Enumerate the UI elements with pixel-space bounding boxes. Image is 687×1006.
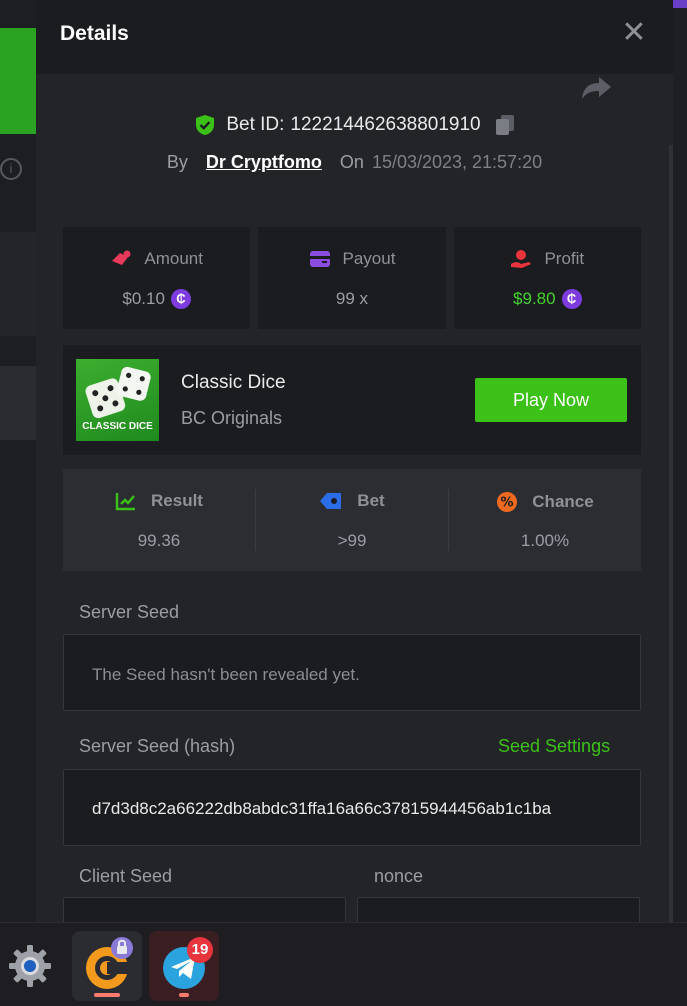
game-name: Classic Dice xyxy=(181,372,286,393)
result-cell: Result 99.36 xyxy=(63,489,255,551)
coin-icon: ₵ xyxy=(170,289,191,309)
app-running-indicator xyxy=(179,993,189,997)
copy-icon[interactable] xyxy=(495,114,515,136)
stat-value: $9.80 xyxy=(513,289,556,308)
result-value: 99.36 xyxy=(137,531,181,550)
shield-check-icon xyxy=(196,115,215,135)
bet-value: >99 xyxy=(337,531,367,550)
profit-icon xyxy=(511,250,532,268)
bet-icon xyxy=(320,493,342,509)
background-band xyxy=(0,232,36,336)
taskbar: 19 xyxy=(0,922,687,1006)
share-icon[interactable] xyxy=(579,74,613,102)
bet-stats: Amount $0.10 ₵ Payout 99 x Profit $9.80 … xyxy=(63,227,641,329)
coin-icon: ₵ xyxy=(561,289,582,309)
stat-value: 99 x xyxy=(335,289,369,308)
result-chart-icon xyxy=(115,493,136,511)
background-band xyxy=(0,366,36,440)
seed-settings-link[interactable]: Seed Settings xyxy=(498,736,610,757)
game-thumbnail[interactable]: CLASSIC DICE xyxy=(76,359,159,441)
game-thumb-label: CLASSIC DICE xyxy=(82,421,153,432)
stat-amount: Amount $0.10 ₵ xyxy=(63,227,251,329)
bet-result-panel: Result 99.36 Bet >99 % Chance 1.00% xyxy=(63,469,641,571)
info-icon: i xyxy=(0,158,22,180)
app-running-indicator xyxy=(94,993,120,997)
on-label: On xyxy=(339,152,364,172)
game-card: CLASSIC DICE Classic Dice BC Originals P… xyxy=(63,345,641,455)
bet-label: Bet xyxy=(357,491,385,510)
settings-gear-icon[interactable] xyxy=(7,943,53,989)
server-seed-hash-label: Server Seed (hash) xyxy=(79,736,236,756)
stat-label: Payout xyxy=(342,249,396,268)
background-green-panel xyxy=(0,28,36,134)
wallet-icon xyxy=(309,251,330,267)
notification-badge: 19 xyxy=(187,937,213,963)
taskbar-app-bcgame[interactable] xyxy=(72,931,142,1001)
by-label: By xyxy=(166,152,188,172)
svg-text:%: % xyxy=(501,496,514,511)
stat-value: $0.10 xyxy=(122,289,165,308)
amount-icon xyxy=(112,250,131,265)
taskbar-app-telegram[interactable]: 19 xyxy=(149,931,219,1001)
result-label: Result xyxy=(151,491,203,510)
bet-id-label: Bet ID: xyxy=(226,114,285,135)
modal-header: Details ✕ xyxy=(36,0,673,74)
chance-value: 1.00% xyxy=(520,531,570,550)
game-provider: BC Originals xyxy=(181,408,283,428)
chance-label: Chance xyxy=(532,492,594,511)
modal-title: Details xyxy=(60,22,129,45)
stat-label: Profit xyxy=(544,249,585,268)
server-seed-field[interactable]: The Seed hasn't been revealed yet. xyxy=(63,634,641,711)
bet-author-row: By Dr Cryptfomo On 15/03/2023, 21:57:20 xyxy=(36,152,673,173)
close-button[interactable]: ✕ xyxy=(621,18,647,48)
scrollbar[interactable] xyxy=(669,145,673,922)
client-seed-field[interactable] xyxy=(63,897,346,922)
chance-cell: % Chance 1.00% xyxy=(448,489,641,551)
background-right-strip xyxy=(673,0,687,920)
username-link[interactable]: Dr Cryptfomo xyxy=(206,152,322,173)
nonce-label: nonce xyxy=(374,866,424,886)
details-modal: Details ✕ Bet ID: 122214462638801910 By … xyxy=(36,0,673,922)
server-seed-hash-field[interactable]: d7d3d8c2a66222db8abdc31ffa16a66c37815944… xyxy=(63,769,641,846)
client-seed-label: Client Seed xyxy=(79,866,173,886)
bet-id-row: Bet ID: 122214462638801910 xyxy=(36,114,673,136)
percent-icon: % xyxy=(497,492,518,512)
stat-profit: Profit $9.80 ₵ xyxy=(453,227,641,329)
stat-label: Amount xyxy=(144,249,203,268)
stat-payout: Payout 99 x xyxy=(258,227,446,329)
bet-id-value: 122214462638801910 xyxy=(290,114,481,135)
bet-datetime: 15/03/2023, 21:57:20 xyxy=(371,152,543,172)
play-now-button[interactable]: Play Now xyxy=(475,378,627,422)
bcgame-app-icon xyxy=(86,937,133,989)
bet-cell: Bet >99 xyxy=(255,489,448,551)
server-seed-label: Server Seed xyxy=(79,602,180,622)
nonce-field[interactable] xyxy=(357,897,640,922)
